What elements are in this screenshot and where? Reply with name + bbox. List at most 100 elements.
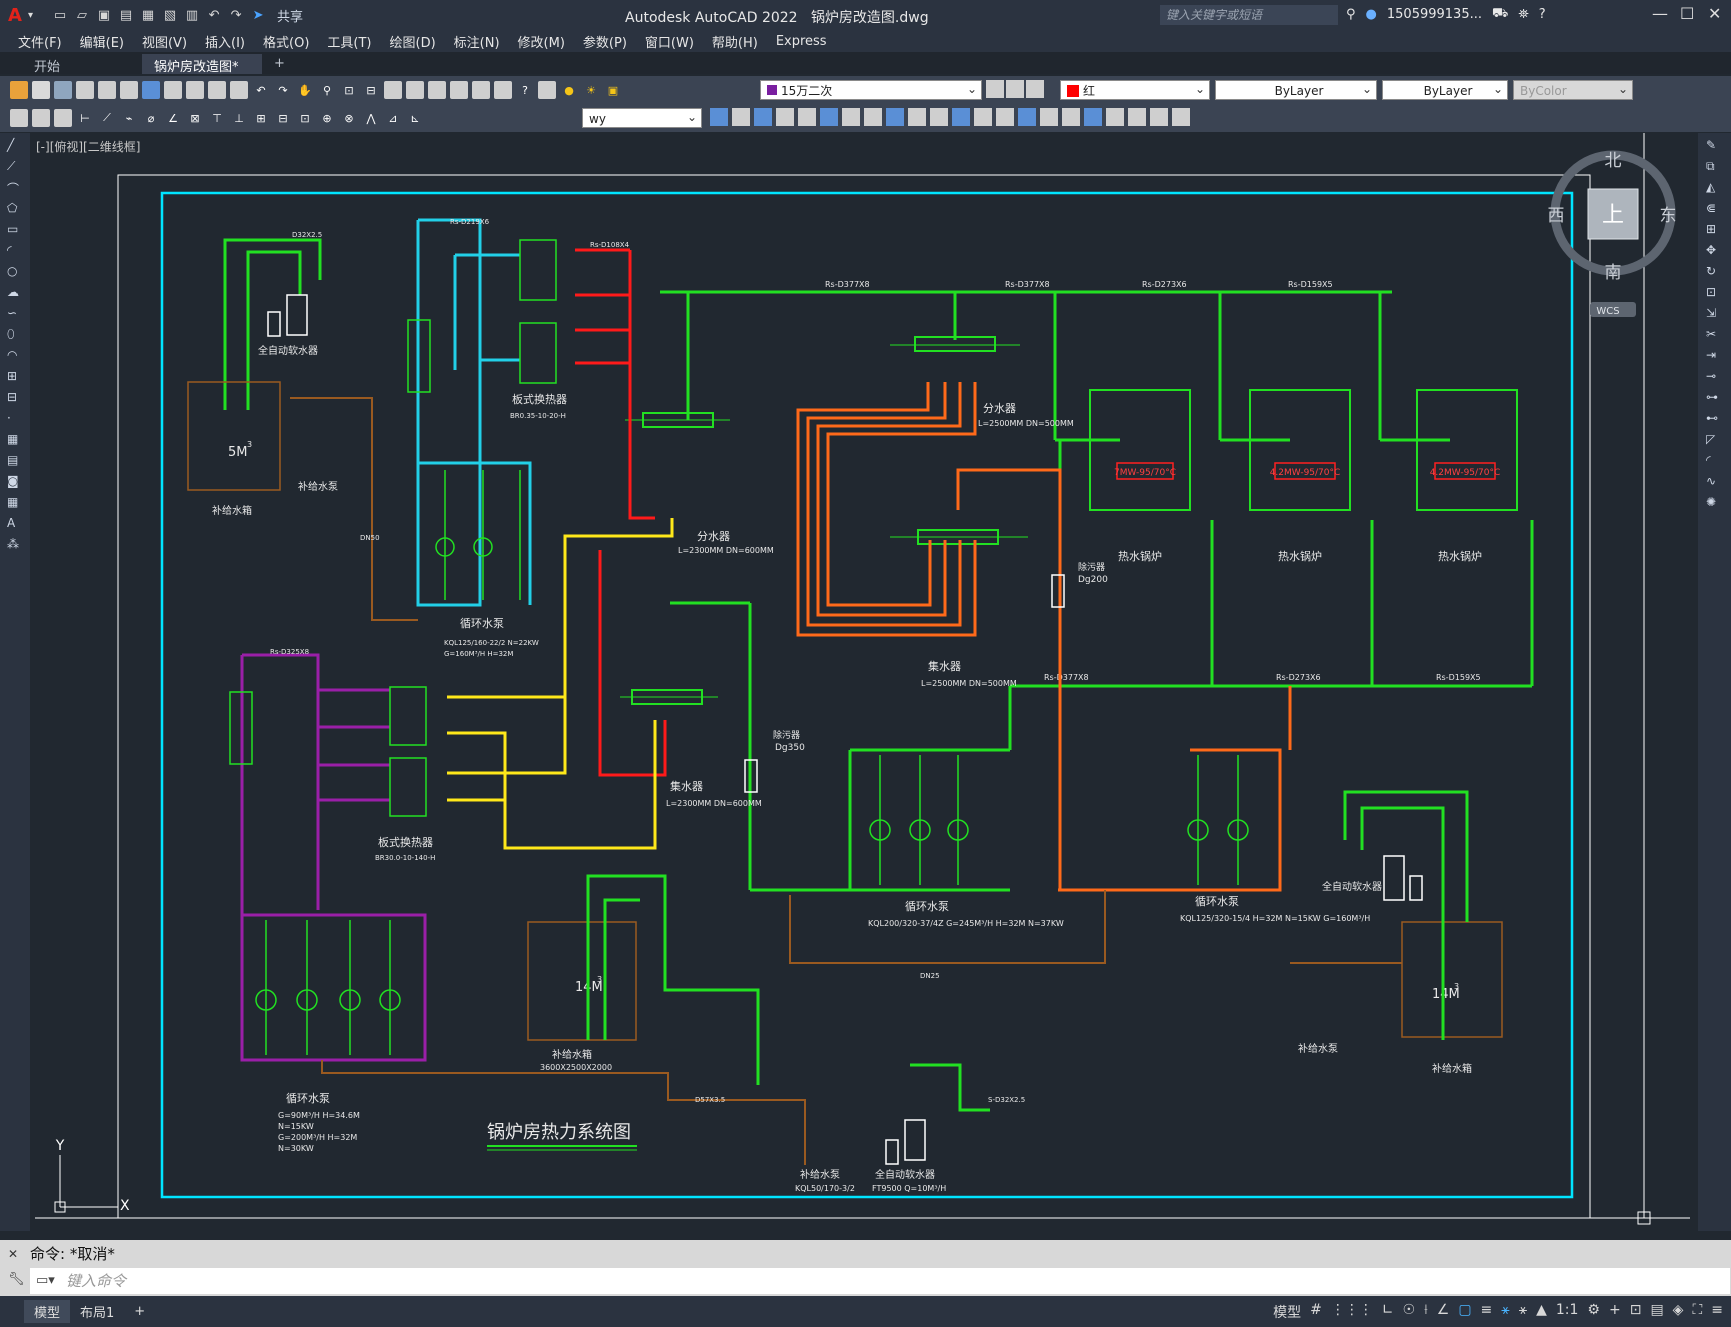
softener-tl-unit[interactable]: [286, 294, 308, 336]
viewcube-south[interactable]: 南: [1605, 263, 1622, 283]
dirt-sep-spec-2: Dg350: [775, 743, 805, 753]
scale-value[interactable]: 1:1: [1556, 1302, 1579, 1322]
softener-b-spec: FT9500 Q=10M³/H: [872, 1184, 946, 1193]
boiler-2[interactable]: 4.2MW-95/70°C 热水锅炉: [1249, 389, 1351, 563]
pipe-label-main-2: Rs-D377X8: [1005, 280, 1050, 289]
circ-pump-top-spec1: KQL125/160-22/2 N=22KW: [444, 639, 539, 647]
annotation-scale-icon[interactable]: ▲: [1536, 1302, 1547, 1322]
softener-tl-label: 全自动软水器: [258, 344, 318, 357]
pipe-label-d57: D57X3.5: [695, 1096, 725, 1104]
dirt-sep-label-1: 除污器: [1078, 561, 1105, 573]
ortho-icon[interactable]: ∟: [1382, 1302, 1394, 1322]
pipe-label-325: Rs-D325X8: [270, 648, 309, 656]
command-input[interactable]: 键入命令: [30, 1268, 1730, 1294]
tank-14-left-sup: 3: [597, 975, 602, 984]
plate-hex-mid-label: 板式换热器: [378, 835, 433, 849]
annotation-visibility-icon[interactable]: ⚹: [1519, 1302, 1527, 1322]
viewcube-north[interactable]: 北: [1605, 151, 1622, 171]
drawing-canvas: Y X 上 北 南 东 西 WCS 7MW-95/70°C 热水锅炉 4.2MW…: [35, 133, 1690, 1225]
circ-pumps-r[interactable]: [1187, 755, 1249, 885]
viewcube-top[interactable]: 上: [1602, 203, 1624, 228]
collector-2[interactable]: 集水器 L=2300MM DN=600MM: [620, 689, 762, 808]
collector-2-label: 集水器: [670, 779, 703, 793]
makeup-tank-r-label: 补给水箱: [1432, 1062, 1472, 1075]
softener-b-unit[interactable]: [904, 1119, 926, 1161]
collector-2-spec: L=2300MM DN=600MM: [666, 799, 762, 808]
wcs-menu[interactable]: WCS: [1596, 306, 1619, 317]
boiler-2-tag: 4.2MW-95/70°C: [1270, 468, 1341, 478]
boiler-3-tag: 4.2MW-95/70°C: [1430, 468, 1501, 478]
softener-b-brine[interactable]: [885, 1139, 899, 1165]
boiler-3[interactable]: 4.2MW-95/70°C 热水锅炉: [1416, 389, 1518, 563]
circ-pump-r-spec: KQL125/320-15/4 H=32M N=15KW G=160M³/H: [1180, 914, 1370, 923]
pipe-label-219: Rs-D219X6: [450, 218, 490, 226]
distributor-2[interactable]: 分水器 L=2500MM DN=500MM: [890, 336, 1074, 428]
distributor-2-label: 分水器: [983, 402, 1016, 415]
red-pipes: [575, 248, 667, 777]
polar-icon[interactable]: ☉: [1403, 1302, 1416, 1322]
orange-loop-pipes: [796, 382, 1292, 892]
boiler-1[interactable]: 7MW-95/70°C 热水锅炉: [1089, 389, 1191, 563]
green-pipe-softener-b: [910, 1063, 990, 1112]
workspace-gear-icon[interactable]: ⚙: [1587, 1302, 1600, 1322]
command-history: 命令: *取消*: [30, 1245, 115, 1263]
pipe-label-dn50: DN50: [360, 534, 380, 542]
softener-tl-brine[interactable]: [267, 311, 281, 337]
softener-tl-pipes: [223, 238, 322, 410]
svg-text:Y: Y: [55, 1138, 65, 1154]
cmd-close-icon[interactable]: ✕: [8, 1247, 18, 1261]
plus-icon[interactable]: +: [1609, 1302, 1621, 1322]
circ-pump-mid-spec: KQL200/320-37/4Z G=245M³/H H=32M N=37KW: [868, 919, 1064, 928]
osnap-icon[interactable]: ∠: [1437, 1302, 1450, 1322]
distributor-1[interactable]: 分水器 L=2300MM DN=600MM: [625, 412, 774, 555]
isolate-icon[interactable]: ◈: [1673, 1302, 1684, 1322]
grid-icon[interactable]: #: [1310, 1302, 1322, 1322]
circ-pumps-top[interactable]: [435, 470, 521, 600]
boiler-2-label: 热水锅炉: [1278, 550, 1322, 563]
viewcube-west[interactable]: 西: [1548, 206, 1565, 226]
cmd-wrench-icon[interactable]: 🔧︎: [8, 1272, 25, 1287]
softener-r-unit[interactable]: [1383, 855, 1405, 901]
viewcube-east[interactable]: 东: [1660, 206, 1677, 226]
plate-hex-mid-2[interactable]: [389, 757, 427, 817]
units-icon[interactable]: ⊡: [1630, 1302, 1642, 1322]
dirt-sep-label-2: 除污器: [773, 729, 800, 741]
plate-hex-top-1[interactable]: [519, 239, 557, 301]
tank-5m3[interactable]: [187, 381, 281, 491]
model-space-toggle[interactable]: 模型: [1273, 1302, 1301, 1322]
dirt-separator-1[interactable]: [1051, 574, 1065, 608]
cmd-menu-icon[interactable]: ▭▾: [36, 1273, 55, 1288]
makeup-pump-tl-label: 补给水泵: [298, 480, 338, 493]
tab-layout1[interactable]: 布局1: [70, 1300, 124, 1323]
pipe-label-return-3: Rs-D159X5: [1436, 673, 1481, 682]
circ-pump-top-spec2: G=160M³/H H=32M: [444, 650, 513, 658]
customize-icon[interactable]: ≡: [1711, 1302, 1723, 1322]
tank-5m3-label: 5M: [228, 445, 248, 460]
makeup-pump-r-label: 补给水泵: [1298, 1042, 1338, 1055]
plate-hex-mid-1[interactable]: [389, 686, 427, 746]
fullscreen-icon[interactable]: ⛶: [1692, 1302, 1702, 1322]
plate-hex-top-2[interactable]: [519, 322, 557, 384]
snap-icon[interactable]: ⋮⋮⋮: [1331, 1302, 1373, 1322]
circ-pumps-bl[interactable]: [255, 920, 401, 1055]
drawing-title: 锅炉房热力系统图: [487, 1122, 631, 1143]
transparency-icon[interactable]: ⚹: [1501, 1302, 1509, 1322]
lineweight-icon[interactable]: ≡: [1481, 1302, 1493, 1322]
softener-r-label: 全自动软水器: [1322, 880, 1382, 893]
osnap-2d-icon[interactable]: ▢: [1458, 1302, 1471, 1322]
sheet-border: [117, 174, 1591, 1219]
tab-model[interactable]: 模型: [24, 1300, 71, 1323]
viewcube[interactable]: 上 北 南 东 西 WCS: [1548, 150, 1677, 317]
pipe-label-return-2: Rs-D273X6: [1276, 673, 1321, 682]
status-toggles: 模型 # ⋮⋮⋮ ∟ ☉ ⟊ ∠ ▢ ≡ ⚹ ⚹ ▲ 1:1 ⚙ + ⊡ ▤ ◈…: [1273, 1302, 1723, 1322]
makeup-pump-b-spec: KQL50/170-3/2: [795, 1184, 855, 1193]
pipe-label-159: Rs-D159X5: [1288, 280, 1333, 289]
osnap-track-icon[interactable]: ⟊: [1424, 1302, 1428, 1322]
quick-props-icon[interactable]: ▤: [1650, 1302, 1663, 1322]
tank-14m3-right[interactable]: [1401, 921, 1503, 1038]
frame-border: [160, 191, 1574, 1199]
circ-pumps-mid[interactable]: [850, 749, 1000, 885]
green-pipe-bottom: [586, 874, 760, 1085]
tab-add-layout[interactable]: +: [124, 1302, 155, 1321]
softener-r-brine[interactable]: [1409, 875, 1423, 901]
